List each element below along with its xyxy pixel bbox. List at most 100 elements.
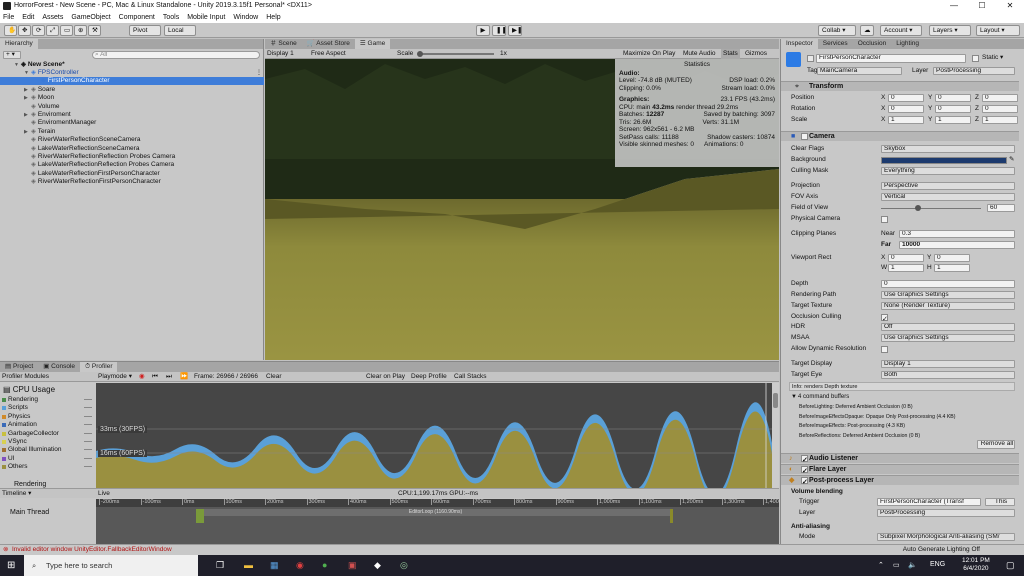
hierarchy-item[interactable]: ◈ LakeWaterReflectionReflection Probes C… [0, 161, 264, 169]
legend-item-vsync[interactable]: VSync [0, 438, 95, 446]
legend-item-ui[interactable]: UI [0, 455, 95, 463]
playmode-dropdown[interactable]: Playmode ▾ [98, 372, 132, 382]
chart-scrollbar-thumb[interactable] [773, 393, 778, 408]
unity-taskbar-icon[interactable]: ◆ [374, 560, 381, 571]
menu-item-help[interactable]: Help [266, 12, 280, 23]
fov-axis-dropdown[interactable]: Vertical [881, 193, 1015, 201]
transform-tool-icon[interactable]: ⊕ [74, 25, 87, 36]
scale-x-field[interactable]: 1 [888, 116, 924, 124]
current-frame-icon[interactable]: ⏩ [180, 372, 188, 382]
flare-layer-header[interactable]: ◐ ✓ Flare Layer [781, 464, 1019, 475]
pivot-toggle[interactable]: Pivot [129, 25, 161, 36]
hierarchy-item[interactable]: ◈ LakeWaterReflectionSceneCamera [0, 145, 264, 153]
projection-dropdown[interactable]: Perspective [881, 182, 1015, 190]
maximize-button[interactable]: ☐ [968, 0, 996, 12]
position-z-field[interactable]: 0 [982, 94, 1018, 102]
record-icon[interactable]: ◉ [139, 372, 145, 382]
target-display-dropdown[interactable]: Display 1 [881, 360, 1015, 368]
far-field[interactable]: 10000 [899, 241, 1015, 249]
legend-item-rendering[interactable]: Rendering [0, 396, 95, 404]
tray-chevron-icon[interactable]: ⌃ [878, 561, 884, 569]
culling-mask-dropdown[interactable]: Everything [881, 167, 1015, 175]
stats-toggle[interactable]: Stats [721, 49, 740, 59]
timeline-dropdown[interactable]: Timeline ▾ [2, 489, 31, 499]
hdr-dropdown[interactable]: Off [881, 323, 1015, 331]
rotation-y-field[interactable]: 0 [935, 105, 971, 113]
tab-profiler[interactable]: ⏱ Profiler [80, 362, 118, 372]
tab-services[interactable]: Services [818, 39, 853, 49]
legend-item-physics[interactable]: Physics [0, 413, 95, 421]
more-icon[interactable]: ⋮ [256, 69, 262, 76]
cpu-usage-title[interactable]: ▤ CPU Usage [0, 383, 95, 396]
custom-tool-icon[interactable]: ⚒ [88, 25, 101, 36]
network-icon[interactable]: ▭ [893, 561, 900, 569]
account-dropdown[interactable]: Account ▾ [880, 25, 922, 36]
fov-value-field[interactable]: 60 [987, 204, 1015, 212]
store-icon[interactable]: ▦ [270, 560, 279, 571]
fov-slider-thumb[interactable] [915, 205, 921, 211]
prev-frame-icon[interactable]: ⏮ [152, 372, 158, 382]
menu-item-component[interactable]: Component [119, 12, 155, 23]
dynamic-resolution-checkbox[interactable] [881, 345, 888, 353]
eyedropper-icon[interactable]: ✎ [1009, 156, 1014, 164]
tab-game[interactable]: ☰ Game [354, 39, 391, 49]
language-indicator[interactable]: ENG [930, 561, 945, 568]
collab-button[interactable]: Collab ▾ [818, 25, 856, 36]
camera-enabled-checkbox[interactable] [801, 133, 808, 140]
tab-inspector[interactable]: Inspector [781, 39, 818, 49]
fov-slider[interactable] [881, 208, 981, 209]
chevron-down-icon[interactable]: ▼ [24, 69, 31, 77]
depth-field[interactable]: 0 [881, 280, 1015, 288]
aa-mode-dropdown[interactable]: Subpixel Morphological Anti-aliasing (SM… [877, 533, 1015, 541]
live-toggle[interactable]: Live [98, 489, 110, 499]
legend-item-others[interactable]: Others [0, 463, 95, 471]
tab-console[interactable]: ▣ Console [38, 362, 80, 372]
target-eye-dropdown[interactable]: Both [881, 371, 1015, 379]
step-button[interactable]: ▶❚ [508, 25, 522, 36]
viewport-vw-field[interactable]: 1 [888, 264, 924, 272]
position-y-field[interactable]: 0 [935, 94, 971, 102]
game-viewport[interactable]: Statistics Audio: Level: -74.8 dB (MUTED… [265, 59, 779, 360]
hierarchy-item[interactable]: ▶ ◈ Terain [0, 128, 264, 136]
menu-item-gameobject[interactable]: GameObject [71, 12, 110, 23]
hierarchy-item[interactable]: ▶ ◈ Soare [0, 86, 264, 94]
menu-item-assets[interactable]: Assets [42, 12, 63, 23]
tab-scene[interactable]: ＃ Scene [265, 39, 302, 49]
pause-button[interactable]: ❚❚ [492, 25, 506, 36]
taskbar-search-box[interactable]: ⌕ Type here to search [24, 555, 198, 576]
tab-lighting[interactable]: Lighting [891, 39, 924, 49]
scale-y-field[interactable]: 1 [935, 116, 971, 124]
clear-button[interactable]: Clear [266, 372, 282, 382]
chevron-right-icon[interactable]: ▶ [24, 86, 31, 94]
chevron-right-icon[interactable]: ▶ [24, 111, 31, 119]
chart-scrollbar[interactable] [772, 383, 779, 488]
rotation-x-field[interactable]: 0 [888, 105, 924, 113]
hierarchy-item[interactable]: ◈ FirstPersonCharacter [0, 77, 264, 86]
notifications-icon[interactable]: ▢ [1006, 560, 1015, 571]
menu-item-tools[interactable]: Tools [163, 12, 179, 23]
object-name-input[interactable]: FirstPersonCharacter [816, 54, 966, 63]
tab-asset-store[interactable]: 🛒 Asset Store [302, 39, 355, 49]
tag-dropdown[interactable]: MainCamera [817, 67, 902, 75]
call-stacks-toggle[interactable]: Call Stacks [454, 372, 487, 382]
profiler-modules-dropdown[interactable]: Profiler Modules [2, 372, 49, 382]
scene-root[interactable]: ▼ ◈ New Scene* [0, 61, 264, 69]
hierarchy-search-input[interactable]: ⌕ All [92, 51, 260, 59]
background-color-swatch[interactable] [881, 157, 1007, 164]
app-misc-icon[interactable]: ◎ [400, 560, 408, 571]
tab-project[interactable]: ▤ Project [0, 362, 38, 372]
rect-tool-icon[interactable]: ▭ [60, 25, 73, 36]
windows-start-icon[interactable]: ⊞ [7, 560, 15, 571]
audio-listener-enabled-checkbox[interactable]: ✓ [801, 455, 808, 464]
scale-slider[interactable] [417, 51, 494, 57]
trigger-field[interactable]: FirstPersonCharacter (Transf [877, 498, 981, 506]
clock[interactable]: 12:01 PM 6/4/2020 [962, 557, 990, 573]
display-dropdown[interactable]: Display 1 [267, 49, 294, 59]
player-loop-marker[interactable] [196, 509, 204, 523]
mute-audio-toggle[interactable]: Mute Audio [683, 49, 716, 59]
layer-dropdown[interactable]: PostProcessing [933, 67, 1015, 75]
deep-profile-toggle[interactable]: Deep Profile [411, 372, 447, 382]
hierarchy-item[interactable]: ◈ RiverWaterReflectionFirstPersonCharact… [0, 178, 264, 186]
legend-item-animation[interactable]: Animation [0, 421, 95, 429]
app-red-icon[interactable]: ▣ [348, 560, 357, 571]
